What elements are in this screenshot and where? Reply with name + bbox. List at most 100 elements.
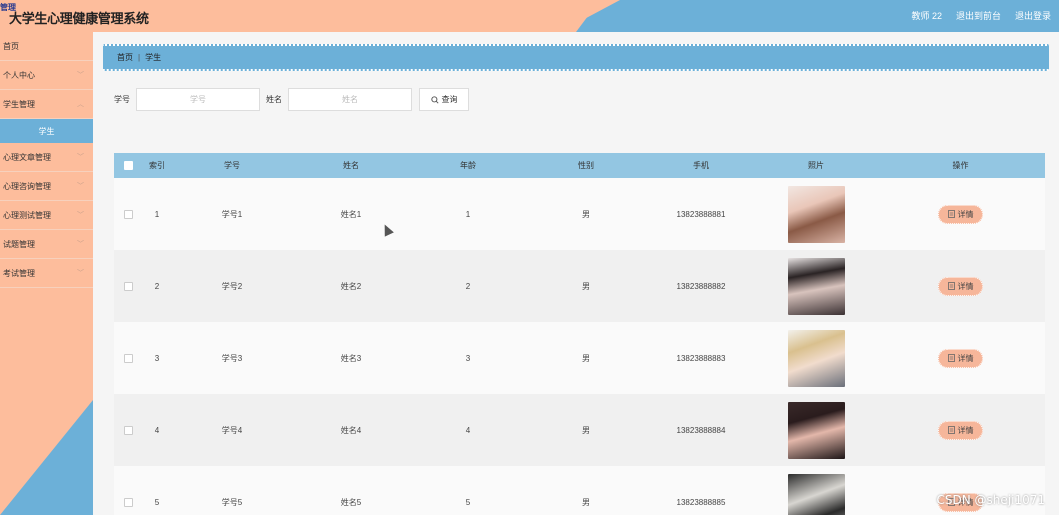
cell-age: 5 — [465, 497, 471, 507]
col-actions: 操作 — [952, 161, 969, 170]
sidebar-item-test-mgmt[interactable]: 心理测试管理 ﹀ — [0, 201, 93, 230]
cell-name: 姓名5 — [340, 497, 362, 507]
table-row: 3 学号3 姓名3 3 男 13823888883 详情 — [114, 322, 1045, 394]
sidebar-item-label: 试题管理 — [3, 239, 35, 249]
cell-actions: 详情 — [876, 420, 1045, 440]
sidebar-item-label: 学生管理 — [3, 99, 35, 109]
chevron-down-icon: ﹀ — [77, 241, 84, 248]
detail-button-label: 详情 — [957, 209, 974, 219]
breadcrumb-current: 学生 — [145, 53, 162, 62]
cell-sex: 男 — [582, 353, 590, 363]
row-checkbox[interactable] — [123, 425, 133, 435]
sidebar-item-label: 考试管理 — [3, 268, 35, 278]
col-phone: 手机 — [693, 161, 709, 170]
col-student-no: 学号 — [224, 161, 240, 170]
search-bar: 学号 姓名 查询 — [114, 88, 469, 111]
cell-phone: 13823888881 — [676, 209, 726, 219]
name-input[interactable] — [288, 88, 412, 111]
search-icon — [430, 95, 439, 104]
table-header: 索引 学号 姓名 年龄 性别 手机 照片 操作 — [114, 153, 1045, 178]
goto-frontend-link[interactable]: 退出到前台 — [956, 9, 1001, 22]
cell-student-no: 学号2 — [221, 281, 243, 291]
table-body: 1 学号1 姓名1 1 男 13823888881 详情 2 学号2 姓名2 2… — [114, 178, 1045, 515]
cell-student-no: 学号5 — [221, 497, 243, 507]
cell-phone: 13823888885 — [676, 497, 726, 507]
breadcrumb-separator: | — [138, 53, 141, 62]
cell-photo — [756, 329, 876, 387]
cell-age: 3 — [465, 353, 471, 363]
cell-name: 姓名3 — [340, 353, 362, 363]
sidebar-subitem-student[interactable]: 学生 — [0, 119, 93, 143]
table-row: 4 学号4 姓名4 4 男 13823888884 详情 — [114, 394, 1045, 466]
breadcrumb: 首页 | 学生 — [103, 44, 1049, 71]
search-button[interactable]: 查询 — [419, 88, 469, 111]
detail-button-label: 详情 — [957, 281, 974, 291]
col-photo: 照片 — [808, 161, 824, 170]
row-checkbox[interactable] — [123, 497, 133, 507]
detail-button[interactable]: 详情 — [938, 348, 983, 368]
chevron-down-icon: ﹀ — [77, 72, 84, 79]
document-icon — [947, 210, 955, 218]
sidebar-item-student-mgmt[interactable]: 学生管理 ︿ — [0, 90, 93, 119]
cell-sex: 男 — [582, 497, 590, 507]
cell-index: 5 — [154, 497, 160, 507]
name-label: 姓名 — [266, 95, 282, 104]
table-row: 5 学号5 姓名5 5 男 13823888885 详情 — [114, 466, 1045, 515]
cell-photo — [756, 185, 876, 243]
cell-sex: 男 — [582, 281, 590, 291]
detail-button[interactable]: 详情 — [938, 204, 983, 224]
row-select-cell — [114, 209, 142, 219]
document-icon — [947, 426, 955, 434]
chevron-up-icon: ︿ — [77, 101, 84, 108]
sidebar-item-profile[interactable]: 个人中心 ﹀ — [0, 61, 93, 90]
cell-photo — [756, 257, 876, 315]
row-checkbox[interactable] — [123, 209, 133, 219]
cell-index: 1 — [154, 209, 160, 219]
cell-student-no: 学号4 — [221, 425, 243, 435]
document-icon — [947, 354, 955, 362]
app-title: 大学生心理健康管理系统 — [9, 12, 149, 27]
col-name: 姓名 — [343, 161, 359, 170]
col-sex: 性别 — [578, 161, 594, 170]
cell-age: 1 — [465, 209, 471, 219]
student-photo — [787, 473, 845, 515]
sidebar-item-question-mgmt[interactable]: 试题管理 ﹀ — [0, 230, 93, 259]
cell-age: 2 — [465, 281, 471, 291]
sidebar-item-label: 心理文章管理 — [3, 152, 51, 162]
sidebar-item-exam-mgmt[interactable]: 考试管理 ﹀ — [0, 259, 93, 288]
sidebar-subitem-label: 学生 — [38, 126, 55, 136]
cell-index: 2 — [154, 281, 160, 291]
breadcrumb-home[interactable]: 首页 — [117, 52, 133, 63]
cell-phone: 13823888884 — [676, 425, 726, 435]
cell-name: 姓名1 — [340, 209, 362, 219]
cell-phone: 13823888883 — [676, 353, 726, 363]
cell-photo — [756, 473, 876, 515]
row-checkbox[interactable] — [123, 281, 133, 291]
sidebar-item-article-mgmt[interactable]: 心理文章管理 ﹀ — [0, 143, 93, 172]
current-user-link[interactable]: 教师 22 — [911, 9, 942, 22]
student-no-label: 学号 — [114, 95, 130, 104]
detail-button[interactable]: 详情 — [938, 276, 983, 296]
sidebar-item-consult-mgmt[interactable]: 心理咨询管理 ﹀ — [0, 172, 93, 201]
row-select-cell — [114, 281, 142, 291]
cell-index: 4 — [154, 425, 160, 435]
sidebar-item-label: 个人中心 — [3, 70, 35, 80]
chevron-down-icon: ﹀ — [77, 183, 84, 190]
cell-student-no: 学号1 — [221, 209, 243, 219]
student-no-input[interactable] — [136, 88, 260, 111]
cell-actions: 详情 — [876, 276, 1045, 296]
detail-button-label: 详情 — [957, 353, 974, 363]
detail-button[interactable]: 详情 — [938, 420, 983, 440]
header-diagonal — [560, 0, 620, 32]
student-table: 索引 学号 姓名 年龄 性别 手机 照片 操作 1 学号1 姓名1 1 男 13… — [114, 153, 1045, 515]
table-row: 2 学号2 姓名2 2 男 13823888882 详情 — [114, 250, 1045, 322]
logout-link[interactable]: 退出登录 — [1015, 9, 1051, 22]
cell-actions: 详情 — [876, 348, 1045, 368]
sidebar-item-home[interactable]: 首页 — [0, 32, 93, 61]
chevron-down-icon: ﹀ — [77, 270, 84, 277]
cell-index: 3 — [154, 353, 160, 363]
row-checkbox[interactable] — [123, 353, 133, 363]
select-all-checkbox[interactable] — [123, 161, 133, 170]
cell-photo — [756, 401, 876, 459]
sidebar-item-label: 心理测试管理 — [3, 210, 51, 220]
